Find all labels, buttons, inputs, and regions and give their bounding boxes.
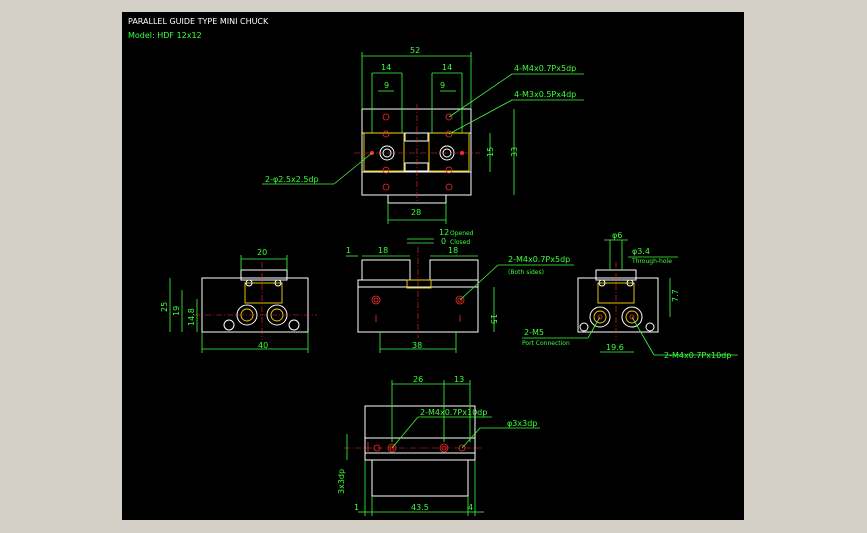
dim-28: 28 [411,208,421,217]
stroke-closed: Closed [450,239,470,246]
dim-14-8: 14.8 [187,308,196,326]
model-label: Model: HDF 12x12 [128,31,202,40]
label-port-connection: Port Connection [522,340,570,347]
dim-25: 25 [160,302,169,312]
label-through-hole: Through-hole [631,258,672,265]
top-view: 52 14 14 9 9 15 33 28 4-M4x0.7Px5dp 4-M3… [262,46,584,224]
dim-4: 4 [468,503,473,512]
dim-14-left: 14 [381,63,391,72]
dim-1-front: 1 [346,246,351,255]
dim-13: 13 [454,375,464,384]
label-4-m3: 4-M3x0.5Px4dp [514,90,576,99]
dim-20: 20 [257,248,267,257]
dim-15-top: 15 [486,147,495,157]
dim-7-7: 7.7 [671,289,680,302]
label-4-m4: 4-M4x0.7Px5dp [514,64,576,73]
label-2-m4-bottom: 2-M4x0.7Px10dp [420,408,487,417]
dim-phi6: φ6 [612,231,622,240]
dim-33: 33 [510,147,519,157]
drawing-canvas: PARALLEL GUIDE TYPE MINI CHUCK Model: HD… [122,12,744,520]
dim-3x3dp: 3x3dp [337,469,346,494]
drawing-title: PARALLEL GUIDE TYPE MINI CHUCK [128,17,269,26]
left-view: 20 25 19 14.8 40 [160,248,317,353]
dim-43-5: 43.5 [411,503,429,512]
label-2-m4-front: 2-M4x0.7Px5dp [508,255,570,264]
dim-9-right: 9 [440,81,445,90]
label-pin-bottom: φ3x3dp [507,419,537,428]
dim-26: 26 [413,375,423,384]
label-2-m4-right: 2-M4x0.7Px10dp [664,351,731,360]
right-view: φ6 φ3.4 Through-hole 7.7 2-M5 Port Conne… [522,231,738,360]
dim-18-left: 18 [378,246,388,255]
dim-19: 19 [172,306,181,316]
dim-18-right: 18 [448,246,458,255]
dim-19-6: 19.6 [606,343,624,352]
dim-52: 52 [410,46,420,55]
dim-9-left: 9 [384,81,389,90]
bottom-view: 26 13 2-M4x0.7Px10dp φ3x3dp 3x3dp 1 43.5… [337,375,540,516]
dim-0: 0 [441,237,446,246]
dim-12: 12 [439,228,449,237]
stroke-opened: Opened [450,230,474,237]
label-pin-top: 2-φ2.5x2.5dp [265,175,319,184]
dim-phi3-4: φ3.4 [632,247,650,256]
dim-15-front: 15 [489,314,498,324]
dim-14-right: 14 [442,63,452,72]
label-both-sides: (Both sides) [508,269,544,276]
dim-1-bottom: 1 [354,503,359,512]
technical-drawing: PARALLEL GUIDE TYPE MINI CHUCK Model: HD… [128,17,738,516]
dim-40: 40 [258,341,268,350]
dim-38: 38 [412,341,422,350]
label-2-m5: 2-M5 [524,328,544,337]
